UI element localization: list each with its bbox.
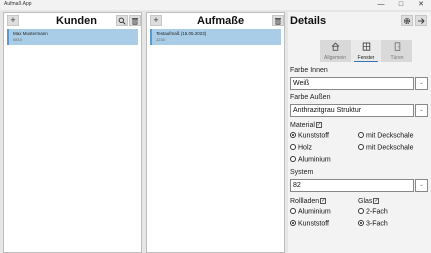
glas-label-group: Glas ✓ bbox=[358, 198, 380, 205]
radio-dot bbox=[290, 144, 296, 150]
kunde-name: Max Mustermann bbox=[13, 31, 48, 36]
tab-fenster[interactable]: Fenster bbox=[351, 40, 381, 62]
glas-option-2fach[interactable]: 2-Fach bbox=[358, 208, 388, 216]
radio-dot bbox=[358, 132, 364, 138]
details-panel: Details Allgemein Fenster Türen Farbe In… bbox=[288, 12, 431, 253]
radio-dot bbox=[358, 208, 364, 214]
glas-label: Glas bbox=[358, 198, 373, 205]
tab-fenster-label: Fenster bbox=[357, 55, 375, 61]
tab-allgemein[interactable]: Allgemein bbox=[320, 40, 350, 62]
delete-aufmass-button[interactable] bbox=[272, 15, 284, 26]
settings-button[interactable] bbox=[401, 15, 413, 26]
radio-dot bbox=[290, 208, 296, 214]
farbe-innen-field[interactable]: Weiß bbox=[290, 77, 414, 90]
aufmasse-title: Aufmaße bbox=[197, 15, 245, 27]
aufmasse-header: + Aufmaße bbox=[147, 13, 284, 27]
material-option-aluminium[interactable]: Aluminium bbox=[290, 156, 331, 164]
search-kunde-button[interactable] bbox=[116, 15, 128, 26]
material-option-kunststoff[interactable]: Kunststoff bbox=[290, 132, 329, 140]
farbe-innen-dropdown-button[interactable]: ⌄ bbox=[415, 77, 428, 90]
farbe-innen-label: Farbe Innen bbox=[290, 67, 328, 74]
search-icon bbox=[118, 17, 126, 25]
window-icon bbox=[351, 40, 381, 55]
tab-tueren[interactable]: Türen bbox=[382, 40, 412, 62]
radio-dot bbox=[290, 156, 296, 162]
system-label: System bbox=[290, 169, 314, 176]
tab-allgemein-label: Allgemein bbox=[324, 55, 346, 61]
farbe-aussen-dropdown-button[interactable]: ⌄ bbox=[415, 104, 428, 117]
material-option-deckschale-2[interactable]: mit Deckschale bbox=[358, 144, 413, 152]
minimize-button[interactable]: — bbox=[374, 0, 388, 10]
aufmass-name: Testaufmaß (15.05.2023) bbox=[156, 31, 207, 36]
system-field[interactable]: 82 bbox=[290, 179, 414, 192]
aufmass-nummer: 1234 bbox=[156, 37, 165, 42]
radio-dot bbox=[290, 132, 296, 138]
radio-dot bbox=[358, 220, 364, 226]
gear-icon bbox=[403, 17, 411, 25]
radio-dot bbox=[290, 220, 296, 226]
radio-dot bbox=[358, 144, 364, 150]
trash-icon bbox=[132, 18, 138, 25]
tab-bar: Allgemein Fenster Türen bbox=[320, 40, 412, 62]
material-label: Material bbox=[290, 122, 315, 129]
rollladen-checkbox[interactable]: ✓ bbox=[320, 198, 327, 204]
add-aufmass-button[interactable]: + bbox=[150, 15, 162, 26]
system-dropdown-button[interactable]: ⌄ bbox=[415, 179, 428, 192]
window-title: Aufmaß App bbox=[4, 1, 32, 7]
forward-button[interactable] bbox=[415, 15, 427, 26]
material-checkbox[interactable]: ✓ bbox=[315, 122, 322, 128]
rollladen-label-group: Rollladen ✓ bbox=[290, 198, 327, 205]
arrow-right-icon bbox=[418, 18, 425, 24]
maximize-button[interactable]: □ bbox=[394, 0, 408, 10]
farbe-aussen-label: Farbe Außen bbox=[290, 94, 331, 101]
door-icon bbox=[382, 40, 412, 55]
material-option-holz[interactable]: Holz bbox=[290, 144, 312, 152]
tab-tueren-label: Türen bbox=[390, 55, 404, 61]
material-label-group: Material ✓ bbox=[290, 122, 322, 129]
glas-checkbox[interactable]: ✓ bbox=[373, 198, 380, 204]
delete-kunde-button[interactable] bbox=[129, 15, 141, 26]
rollladen-option-kunststoff[interactable]: Kunststoff bbox=[290, 220, 329, 228]
kunden-title: Kunden bbox=[56, 15, 97, 27]
kunde-nummer: 0815 bbox=[13, 37, 22, 42]
trash-icon bbox=[275, 18, 281, 25]
list-item[interactable]: Max Mustermann 0815 bbox=[7, 29, 138, 45]
farbe-aussen-field[interactable]: Anthrazitgrau Struktur bbox=[290, 104, 414, 117]
rollladen-label: Rollladen bbox=[290, 198, 320, 205]
details-title: Details bbox=[290, 15, 327, 27]
aufmasse-panel: + Aufmaße Testaufmaß (15.05.2023) 1234 bbox=[146, 12, 285, 253]
rollladen-option-aluminium[interactable]: Aluminium bbox=[290, 208, 331, 216]
house-icon bbox=[320, 40, 350, 55]
add-kunde-button[interactable]: + bbox=[7, 15, 19, 26]
kunden-panel: + Kunden Max Mustermann 0815 bbox=[3, 12, 142, 253]
close-button[interactable]: ✕ bbox=[414, 0, 428, 10]
kunden-header: + Kunden bbox=[4, 13, 141, 27]
material-option-deckschale-1[interactable]: mit Deckschale bbox=[358, 132, 413, 140]
title-bar: Aufmaß App — □ ✕ bbox=[0, 0, 431, 10]
list-item[interactable]: Testaufmaß (15.05.2023) 1234 bbox=[150, 29, 281, 45]
glas-option-3fach[interactable]: 3-Fach bbox=[358, 220, 388, 228]
